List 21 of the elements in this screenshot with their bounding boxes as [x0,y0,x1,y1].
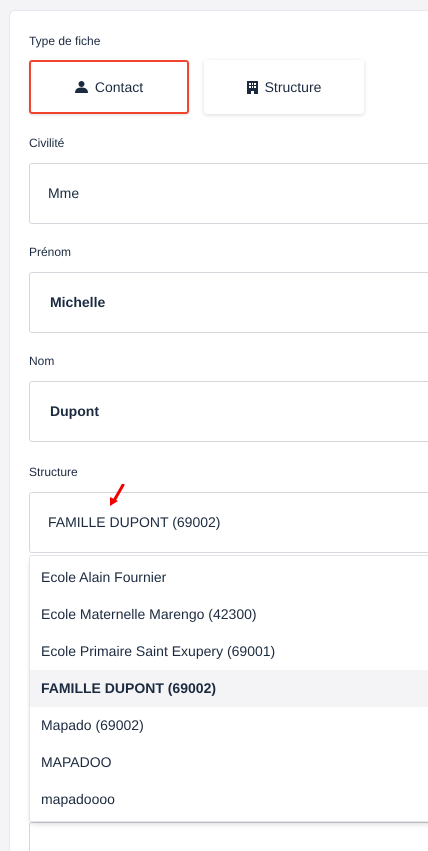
dropdown-option[interactable]: Ecole Alain Fournier [30,559,428,596]
dropdown-option[interactable]: MAPADOO [30,744,428,781]
dropdown-option[interactable]: Ecole Maternelle Marengo (42300) [30,596,428,633]
type-option-tab[interactable]: Contact [29,60,189,114]
dropdown-option[interactable]: FAMILLE DUPONT (69002) [30,670,428,707]
field-label: Structure [29,464,79,480]
dropdown-option[interactable]: Ecole Primaire Saint Exupery (69001) [30,633,428,670]
pointer-arrow [108,484,126,506]
dropdown-option[interactable]: Mapado (69002) [30,707,428,744]
input-field[interactable]: Michelle [29,272,428,333]
input-field[interactable]: Dupont [29,381,428,442]
type-option-tab[interactable]: Structure [204,60,364,114]
field-label: Type de fiche [29,33,102,49]
field-label: Nom [29,353,56,369]
field-label: Civilité [29,135,66,151]
person-icon [74,81,88,93]
select-field[interactable]: Mme [29,163,428,224]
building-icon [246,80,258,94]
field-label: Prénom [29,244,72,260]
select-field[interactable]: FAMILLE DUPONT (69002) [29,492,428,553]
dropdown-option[interactable]: mapadoooo [30,781,428,818]
